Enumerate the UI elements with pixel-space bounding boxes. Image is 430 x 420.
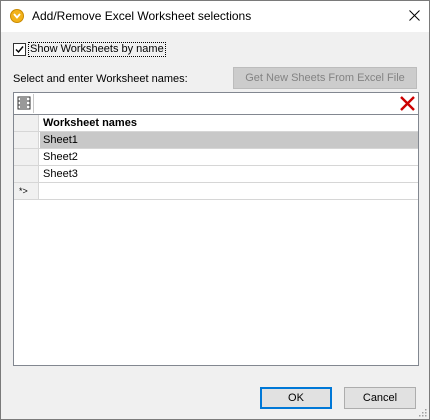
grid-toolbar bbox=[14, 93, 418, 115]
ok-button[interactable]: OK bbox=[260, 387, 332, 409]
insert-row-icon[interactable] bbox=[15, 94, 34, 113]
row-header bbox=[14, 115, 39, 131]
table-row[interactable]: Sheet2 bbox=[14, 149, 418, 166]
delete-x-icon[interactable] bbox=[399, 95, 416, 112]
checkmark-icon bbox=[15, 46, 24, 54]
row-header[interactable] bbox=[14, 166, 39, 182]
table-row[interactable]: Sheet1 bbox=[14, 132, 418, 149]
new-row[interactable]: *> bbox=[14, 183, 418, 200]
column-header-row: Worksheet names bbox=[14, 115, 418, 132]
get-new-sheets-button[interactable]: Get New Sheets From Excel File bbox=[233, 67, 417, 89]
window-title: Add/Remove Excel Worksheet selections bbox=[32, 9, 252, 23]
show-by-name-checkbox[interactable] bbox=[13, 43, 26, 56]
table-row[interactable]: Sheet3 bbox=[14, 166, 418, 183]
worksheet-name-cell[interactable]: Sheet2 bbox=[40, 149, 418, 165]
close-button[interactable] bbox=[399, 1, 429, 32]
cancel-button[interactable]: Cancel bbox=[344, 387, 416, 409]
grid-rows: Worksheet names Sheet1 Sheet2 Sheet3 *> bbox=[14, 115, 418, 200]
mapforce-app-icon bbox=[10, 9, 24, 23]
worksheet-grid[interactable]: Worksheet names Sheet1 Sheet2 Sheet3 *> bbox=[13, 92, 419, 366]
close-icon bbox=[408, 9, 420, 24]
row-header[interactable] bbox=[14, 132, 39, 148]
new-row-marker[interactable]: *> bbox=[14, 183, 39, 199]
column-header-worksheet-names[interactable]: Worksheet names bbox=[40, 115, 418, 131]
worksheet-name-cell[interactable]: Sheet3 bbox=[40, 166, 418, 182]
row-header[interactable] bbox=[14, 149, 39, 165]
show-by-name-label[interactable]: Show Worksheets by name bbox=[28, 42, 166, 57]
new-worksheet-name-cell[interactable] bbox=[40, 183, 418, 199]
title-bar[interactable]: Add/Remove Excel Worksheet selections bbox=[1, 1, 429, 32]
dialog-window: Add/Remove Excel Worksheet selections Sh… bbox=[0, 0, 430, 420]
resize-grip-icon[interactable] bbox=[417, 407, 427, 417]
select-worksheets-label: Select and enter Worksheet names: bbox=[13, 73, 188, 85]
worksheet-name-cell[interactable]: Sheet1 bbox=[40, 132, 418, 148]
